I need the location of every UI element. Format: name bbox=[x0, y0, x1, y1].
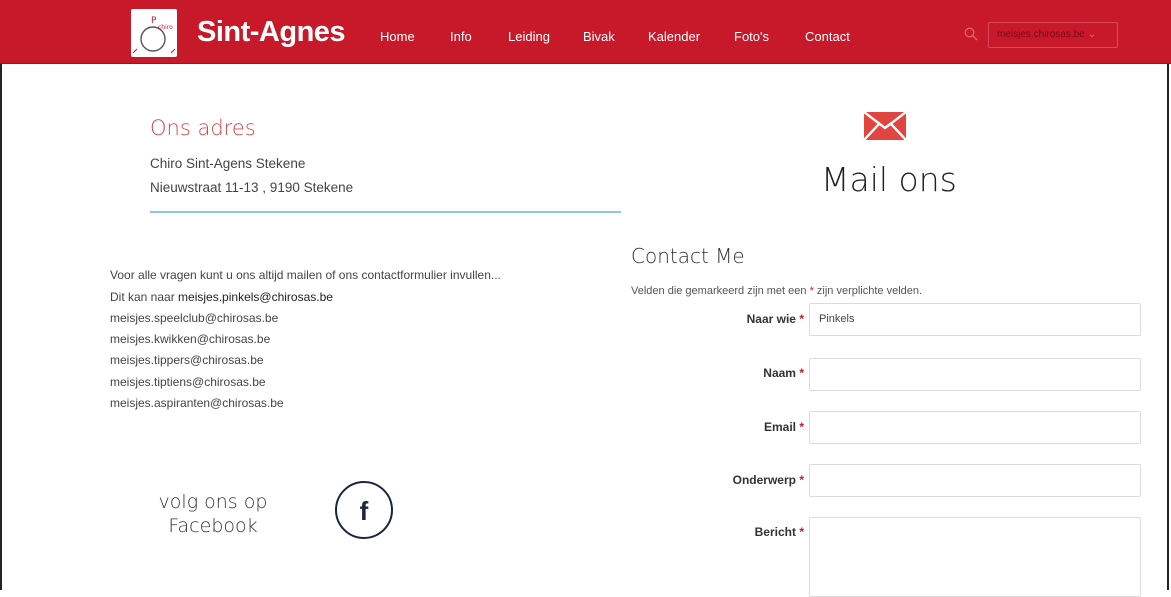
email-link[interactable]: meisjes.tiptiens@chirosas.be bbox=[110, 375, 266, 389]
address-title: Ons adres bbox=[150, 116, 256, 140]
top-navbar: P chiro Sint-Agnes Home Info Leiding Biv… bbox=[0, 0, 1171, 64]
info-line: Dit kan naar meisjes.pinkels@chirosas.be bbox=[110, 290, 333, 304]
label-email: Email * bbox=[763, 420, 804, 434]
email-link[interactable]: meisjes.aspiranten@chirosas.be bbox=[110, 396, 284, 410]
logo-icon: P chiro bbox=[132, 16, 176, 54]
email-input[interactable] bbox=[809, 411, 1141, 444]
svg-text:chiro: chiro bbox=[158, 24, 173, 31]
required-note-text: Velden die gemarkeerd zijn met een bbox=[631, 285, 810, 297]
email-link[interactable]: meisjes.tippers@chirosas.be bbox=[110, 353, 264, 367]
info-intro: Voor alle vragen kunt u ons altijd maile… bbox=[110, 268, 501, 282]
required-note: Velden die gemarkeerd zijn met een * zij… bbox=[631, 285, 922, 297]
facebook-text-line-2: Facebook bbox=[168, 515, 258, 537]
facebook-icon: f bbox=[359, 496, 369, 526]
chevron-down-icon: ⌄ bbox=[1087, 29, 1097, 40]
search-icon[interactable] bbox=[964, 27, 978, 41]
naar-wie-select[interactable]: Pinkels bbox=[809, 303, 1141, 336]
info-prefix: Dit kan naar bbox=[110, 290, 179, 304]
contact-title: Contact Me bbox=[631, 244, 745, 268]
label-bericht: Bericht * bbox=[754, 525, 804, 539]
required-note-text-end: zijn verplichte velden. bbox=[813, 285, 923, 297]
address-line-1: Chiro Sint-Agens Stekene bbox=[150, 156, 306, 171]
envelope-icon bbox=[864, 112, 906, 140]
label-text: Naar wie bbox=[746, 312, 796, 326]
nav-item-info[interactable]: Info bbox=[450, 29, 472, 44]
nav-item-home[interactable]: Home bbox=[380, 29, 415, 44]
site-logo[interactable]: P chiro bbox=[131, 9, 177, 57]
nav-item-leiding[interactable]: Leiding bbox=[508, 29, 550, 44]
label-text: Naam bbox=[763, 366, 796, 380]
bericht-textarea[interactable] bbox=[809, 517, 1141, 597]
label-text: Bericht bbox=[754, 525, 796, 539]
facebook-button[interactable]: f bbox=[335, 481, 393, 539]
nav-item-contact[interactable]: Contact bbox=[805, 29, 850, 44]
nav-item-fotos[interactable]: Foto's bbox=[734, 29, 769, 44]
email-link[interactable]: meisjes.pinkels@chirosas.be bbox=[178, 290, 333, 304]
domain-select[interactable]: meisjes.chirosas.be ⌄ bbox=[988, 22, 1118, 48]
address-line-2: Nieuwstraat 11-13 , 9190 Stekene bbox=[150, 180, 354, 195]
label-naam: Naam * bbox=[763, 366, 804, 380]
email-link[interactable]: meisjes.kwikken@chirosas.be bbox=[110, 332, 270, 346]
naam-input[interactable] bbox=[809, 358, 1141, 391]
nav-item-bivak[interactable]: Bivak bbox=[583, 29, 615, 44]
nav-item-kalender[interactable]: Kalender bbox=[648, 29, 700, 44]
email-link[interactable]: meisjes.speelclub@chirosas.be bbox=[110, 311, 278, 325]
onderwerp-input[interactable] bbox=[809, 464, 1141, 497]
label-text: Email bbox=[763, 420, 796, 434]
mail-title: Mail ons bbox=[821, 160, 957, 199]
facebook-text-line-1: volg ons op bbox=[158, 491, 268, 513]
label-text: Onderwerp bbox=[732, 473, 796, 487]
label-naar-wie: Naar wie * bbox=[746, 312, 804, 326]
svg-text:P: P bbox=[151, 16, 157, 26]
domain-select-value: meisjes.chirosas.be bbox=[997, 29, 1085, 40]
address-divider bbox=[150, 211, 621, 213]
label-onderwerp: Onderwerp * bbox=[732, 473, 804, 487]
brand-title[interactable]: Sint-Agnes bbox=[197, 16, 346, 49]
